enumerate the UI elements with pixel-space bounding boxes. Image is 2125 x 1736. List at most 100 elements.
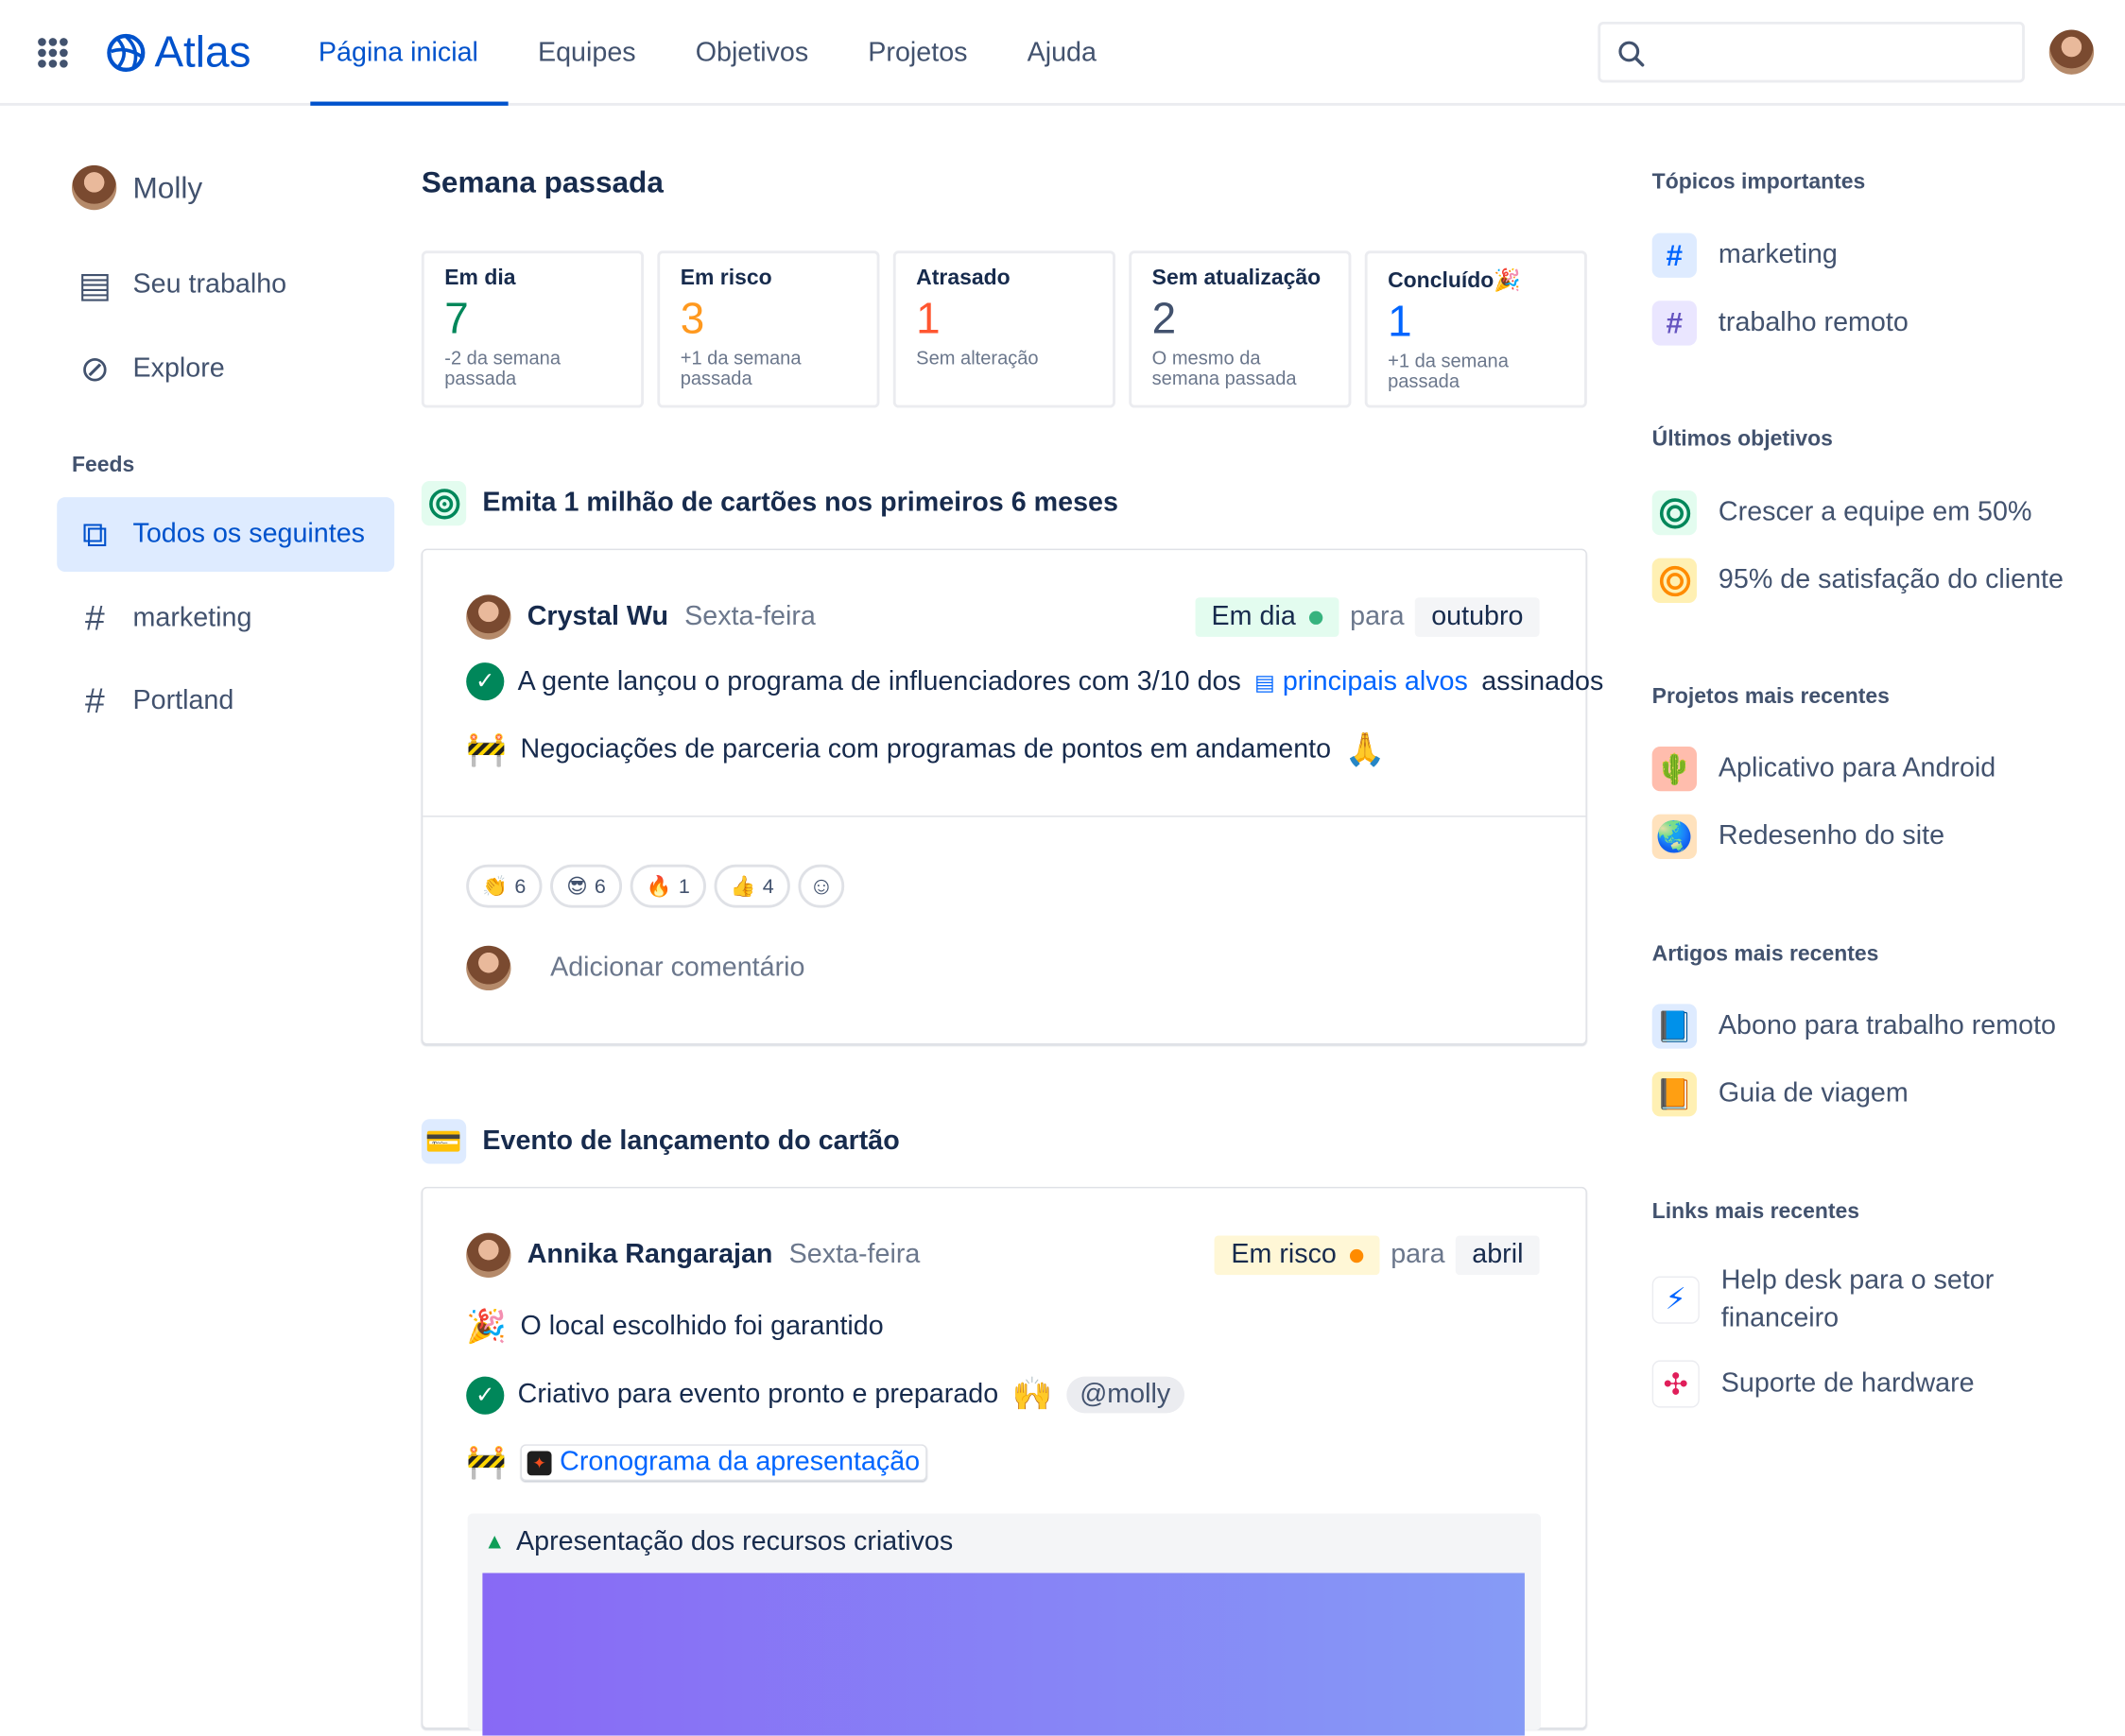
sidebar-feed-all-following[interactable]: ⧉ Todos os seguintes bbox=[57, 497, 395, 573]
document-icon: ▤ bbox=[78, 264, 112, 305]
article-travel-guide[interactable]: 📙 Guia de viagem bbox=[1651, 1072, 1909, 1117]
hashtag-icon: # bbox=[84, 597, 105, 639]
para-label: para bbox=[1391, 1239, 1445, 1270]
atlas-logo[interactable]: Atlas bbox=[106, 27, 251, 77]
topics-heading: Tópicos importantes bbox=[1651, 170, 1866, 195]
status-card-at-risk[interactable]: Em risco 3 +1 da semana passada bbox=[657, 250, 880, 408]
nav-teams[interactable]: Equipes bbox=[508, 0, 665, 106]
globe-icon: 🌏 bbox=[1651, 814, 1697, 859]
status-card-no-update[interactable]: Sem atualização 2 O mesmo da semana passad… bbox=[1129, 250, 1352, 408]
search-input[interactable] bbox=[1660, 32, 2018, 74]
update-line: 🚧 ✦ Cronograma da apresentação bbox=[466, 1443, 927, 1483]
project-site-redesign[interactable]: 🌏 Redesenho do site bbox=[1651, 814, 1945, 859]
reaction-thumbs-up[interactable]: 👍 4 bbox=[714, 864, 790, 908]
nav-help[interactable]: Ajuda bbox=[997, 0, 1126, 106]
card-sub: +1 da semana passada bbox=[1388, 349, 1509, 392]
topic-label: marketing bbox=[1718, 239, 1838, 270]
fire-icon: 🔥 bbox=[646, 875, 672, 899]
card-label: Sem atualização bbox=[1151, 266, 1322, 290]
post-header: Annika Rangarajan Sexta-feira Em risco pa… bbox=[466, 1232, 1540, 1278]
update-line: 🎉 O local escolhido foi garantido bbox=[466, 1308, 884, 1348]
topic-remote-work[interactable]: # trabalho remoto bbox=[1651, 301, 1909, 346]
sidebar-user[interactable]: Molly bbox=[71, 164, 202, 211]
reactions: 👏 6 😎 6 🔥 1 👍 4 ☺ bbox=[466, 864, 845, 908]
top-nav: Atlas Página inicial Equipes Objetivos P… bbox=[0, 0, 2125, 106]
goal-header-2[interactable]: 💳 Evento de lançamento do cartão bbox=[421, 1119, 900, 1164]
reaction-cool[interactable]: 😎 6 bbox=[550, 864, 623, 908]
goal-grow-team[interactable]: Crescer a equipe em 50% bbox=[1651, 490, 2032, 536]
update-line: ✓ Criativo para evento pronto e preparado… bbox=[466, 1375, 1184, 1415]
sidebar-feed-portland[interactable]: # Portland bbox=[57, 664, 394, 739]
profile-avatar[interactable] bbox=[2048, 29, 2095, 75]
figma-icon: ✦ bbox=[527, 1450, 552, 1475]
attachment-card[interactable]: ▲ Apresentação dos recursos criativos bbox=[467, 1513, 1542, 1736]
card-value: 1 bbox=[916, 294, 941, 343]
projects-heading: Projetos mais recentes bbox=[1651, 685, 1890, 709]
article-label: Abono para trabalho remoto bbox=[1718, 1010, 2057, 1041]
status-badge: Em dia bbox=[1195, 597, 1339, 637]
goal-customer-satisfaction[interactable]: 95% de satisfação do cliente bbox=[1651, 558, 2064, 603]
project-label: Redesenho do site bbox=[1718, 820, 1945, 851]
status-cards: Em dia 7 -2 da semana passada Em risco 3 +1 … bbox=[421, 250, 1587, 408]
principal-targets-link[interactable]: ▤ principais alvos bbox=[1254, 666, 1468, 697]
sidebar-item-label: marketing bbox=[132, 602, 252, 633]
goal-label: Crescer a equipe em 50% bbox=[1718, 497, 2032, 527]
line-text: Criativo para evento pronto e preparado bbox=[517, 1379, 999, 1410]
reaction-fire[interactable]: 🔥 1 bbox=[630, 864, 707, 908]
status-card-off-track[interactable]: Atrasado 1 Sem alteração bbox=[892, 250, 1115, 408]
card-label: Atrasado bbox=[916, 266, 1011, 290]
target-date: outubro bbox=[1415, 597, 1540, 637]
author-name[interactable]: Annika Rangarajan bbox=[527, 1240, 773, 1271]
party-icon: 🎉 bbox=[1494, 269, 1521, 293]
atlas-globe-icon bbox=[107, 33, 146, 72]
card-sub: Sem alteração bbox=[916, 347, 1039, 369]
article-remote-work[interactable]: 📘 Abono para trabalho remoto bbox=[1651, 1004, 2057, 1049]
project-android-app[interactable]: 🌵 Aplicativo para Android bbox=[1651, 746, 1996, 792]
sidebar-item-your-work[interactable]: ▤ Seu trabalho bbox=[57, 248, 394, 322]
link-text: Cronograma da apresentação bbox=[560, 1447, 921, 1477]
feed-icon: ⧉ bbox=[82, 512, 108, 554]
search-box[interactable] bbox=[1598, 21, 2025, 83]
sidebar-item-label: Portland bbox=[132, 685, 234, 715]
line-text: O local escolhido foi garantido bbox=[520, 1311, 884, 1342]
author-name[interactable]: Crystal Wu bbox=[527, 602, 668, 633]
mention-molly[interactable]: @molly bbox=[1065, 1376, 1184, 1414]
project-label: Aplicativo para Android bbox=[1718, 753, 1996, 783]
card-value: 3 bbox=[680, 294, 705, 343]
sidebar-item-label: Todos os seguintes bbox=[132, 519, 366, 549]
clap-icon: 👏 bbox=[482, 875, 509, 899]
line-text: A gente lançou o programa de influenciad… bbox=[517, 665, 1241, 696]
add-reaction-icon[interactable]: ☺ bbox=[798, 864, 845, 908]
sidebar-item-explore[interactable]: ⊘ Explore bbox=[57, 332, 394, 406]
presentation-schedule-link[interactable]: ✦ Cronograma da apresentação bbox=[520, 1444, 927, 1482]
hashtag-icon: # bbox=[1651, 232, 1697, 278]
nav-goals[interactable]: Objetivos bbox=[665, 0, 838, 106]
goal-header-1[interactable]: Emita 1 milhão de cartões nos primeiros … bbox=[421, 480, 1118, 526]
add-comment-input[interactable]: Adicionar comentário bbox=[550, 953, 804, 984]
link-hardware-support[interactable]: ✣ Suporte de hardware bbox=[1651, 1360, 1975, 1408]
nav-home[interactable]: Página inicial bbox=[288, 0, 509, 106]
update-line: 🚧 Negociações de parceria com programas d… bbox=[466, 730, 1385, 770]
status-dot bbox=[1350, 1248, 1364, 1263]
update-post-1: Crystal Wu Sexta-feira Em dia para outubro… bbox=[421, 548, 1603, 1045]
author-avatar[interactable] bbox=[466, 1232, 511, 1278]
lightning-icon: ⚡ bbox=[1651, 1275, 1700, 1324]
attachment-title: Apresentação dos recursos criativos bbox=[516, 1526, 954, 1557]
goal-title: Evento de lançamento do cartão bbox=[482, 1126, 900, 1156]
logo-text: Atlas bbox=[154, 26, 251, 77]
pray-icon: 🙏 bbox=[1344, 731, 1386, 768]
user-avatar bbox=[71, 164, 117, 211]
app-switcher-icon[interactable] bbox=[38, 38, 68, 68]
link-finance-helpdesk[interactable]: ⚡ Help desk para o setor financeiro bbox=[1651, 1262, 2047, 1337]
hashtag-icon: # bbox=[84, 679, 105, 721]
links-heading: Links mais recentes bbox=[1651, 1200, 1859, 1224]
status-card-on-track[interactable]: Em dia 7 -2 da semana passada bbox=[421, 250, 645, 408]
sidebar-feed-marketing[interactable]: # marketing bbox=[57, 581, 394, 656]
card-label: Em dia bbox=[444, 266, 516, 290]
nav-projects[interactable]: Projetos bbox=[838, 0, 997, 106]
reaction-clap[interactable]: 👏 6 bbox=[466, 864, 543, 908]
status-card-completed[interactable]: Concluído🎉 1 +1 da semana passada bbox=[1364, 250, 1587, 408]
google-drive-icon: ▲ bbox=[483, 1530, 506, 1554]
author-avatar[interactable] bbox=[466, 594, 511, 640]
topic-marketing[interactable]: # marketing bbox=[1651, 232, 1838, 278]
